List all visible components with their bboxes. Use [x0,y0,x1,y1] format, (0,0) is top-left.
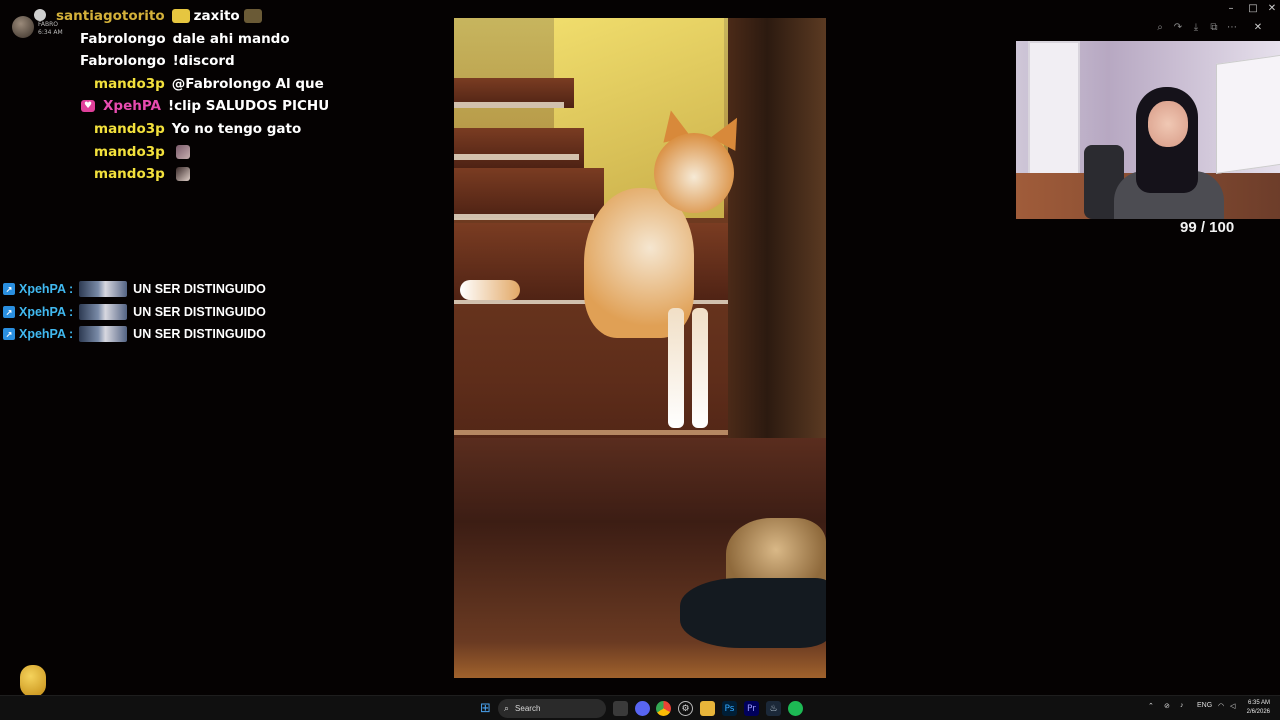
emote-icon [175,145,190,159]
chat-avatar [12,16,34,38]
chat-message: mando3p Yo no tengo gato [94,118,301,140]
language-indicator[interactable]: ENG [1197,702,1212,709]
chat-message: mando3p [94,163,190,185]
door [1028,41,1080,181]
stair-railing [728,18,826,448]
photoshop-icon[interactable]: Ps [722,701,737,716]
kick-chat-text: UN SER DISTINGUIDO [133,327,266,341]
wifi-icon[interactable]: ◠ [1218,702,1224,710]
stair-step [454,168,604,218]
chat-meta-time: 6:34 AM [38,29,63,36]
chat-username: santiagotorito [56,8,165,24]
kick-badge-icon: ↗ [3,306,15,318]
person-face [1148,101,1188,147]
share-icon[interactable]: ↷ [1171,20,1185,34]
steam-icon[interactable]: ♨ [766,701,781,716]
close-viewer-icon[interactable]: ✕ [1251,20,1265,34]
cat-tail [460,280,520,300]
chat-message: santiagotorito zaxito [56,5,262,27]
mic-icon[interactable]: ♪ [1180,702,1184,709]
kick-chat-text: UN SER DISTINGUIDO [133,305,266,319]
chat-username: XpehPA [103,98,161,114]
clock-time: 6:35 AM [1247,700,1270,706]
clock-date: 2/6/2026 [1246,709,1270,715]
search-icon: ⌕ [504,703,510,713]
stair-edge [454,214,594,220]
network-off-icon[interactable]: ⊘ [1164,702,1170,710]
chat-username: mando3p [94,121,165,137]
chat-username: Fabrolongo [80,53,166,69]
kick-chat-username: XpehPA : [19,327,74,341]
chat-message: Fabrolongo dale ahi mando [80,28,290,50]
download-icon[interactable]: ⤓ [1189,20,1203,34]
kick-chat-message: ↗ XpehPA : UN SER DISTINGUIDO [3,302,266,322]
kick-chat-username: XpehPA : [19,305,74,319]
chat-text: zaxito [193,8,240,24]
minimize-icon[interactable]: – [1220,0,1242,16]
stair-step [454,128,584,168]
spotify-icon[interactable] [788,701,803,716]
cat-photo [454,18,826,678]
stair-edge [454,154,579,160]
settings-icon[interactable]: ⚙ [678,701,693,716]
goal-counter: 99 / 100 [1180,219,1235,236]
chrome-icon[interactable] [656,701,671,716]
chat-username: mando3p [94,76,165,92]
chat-username: mando3p [94,144,165,160]
chat-text: @Fabrolongo Al que [171,76,324,92]
zoom-icon[interactable]: ⌕ [1153,20,1167,34]
chat-message: Fabrolongo !discord [80,50,235,72]
stair-edge [454,102,564,108]
kick-badge-icon: ↗ [3,283,15,295]
chat-text: !discord [172,53,235,69]
task-view-icon[interactable] [613,701,628,716]
chat-text: Yo no tengo gato [171,121,302,137]
taskbar: ⊞ ⌕ Search ⚙ Ps Pr ♨ ⌃ ⊘ ♪ ENG ◠ ◁ 6:35 … [0,695,1280,720]
more-icon[interactable]: ⋯ [1225,20,1239,34]
windows-start-icon[interactable]: ⊞ [478,701,493,716]
premiere-icon[interactable]: Pr [744,701,759,716]
search-label: Search [515,704,541,713]
chat-username: mando3p [94,166,165,182]
file-explorer-icon[interactable] [700,701,715,716]
cat-leg [668,308,684,428]
gear-icon [34,9,46,21]
taskbar-search[interactable]: ⌕ Search [498,699,606,718]
chat-message: mando3p @Fabrolongo Al que [94,73,324,95]
emote-icon [79,304,128,320]
chevron-up-icon[interactable]: ⌃ [1148,702,1154,710]
kick-chat-username: XpehPA : [19,282,74,296]
emote-icon [79,281,128,297]
open-external-icon[interactable]: ⧉ [1207,20,1221,34]
emote-icon [175,167,190,181]
cat-leg [692,308,708,428]
webcam-feed [1016,41,1280,219]
emote-icon [79,326,128,342]
chat-username: Fabrolongo [80,31,166,47]
discord-icon[interactable] [635,701,650,716]
mascot-head [20,665,46,697]
heart-badge-icon: ♥ [81,100,95,112]
kick-chat-text: UN SER DISTINGUIDO [133,282,266,296]
kick-chat-message: ↗ XpehPA : UN SER DISTINGUIDO [3,279,266,299]
chat-text: !clip SALUDOS PICHU [167,98,330,114]
emote-icon [171,9,190,23]
chat-text: dale ahi mando [172,31,290,47]
volume-icon[interactable]: ◁ [1230,702,1235,710]
cat-head [654,133,734,213]
emote-icon [243,9,262,23]
close-icon[interactable]: ✕ [1261,0,1280,16]
taskbar-clock[interactable]: 6:35 AM 2/6/2026 [1247,699,1270,717]
kick-badge-icon: ↗ [3,328,15,340]
kick-chat-message: ↗ XpehPA : UN SER DISTINGUIDO [3,324,266,344]
chat-message: ♥ XpehPA !clip SALUDOS PICHU [81,95,329,117]
chat-message: mando3p [94,141,190,163]
whiteboard [1216,54,1280,174]
slipper [680,578,826,648]
